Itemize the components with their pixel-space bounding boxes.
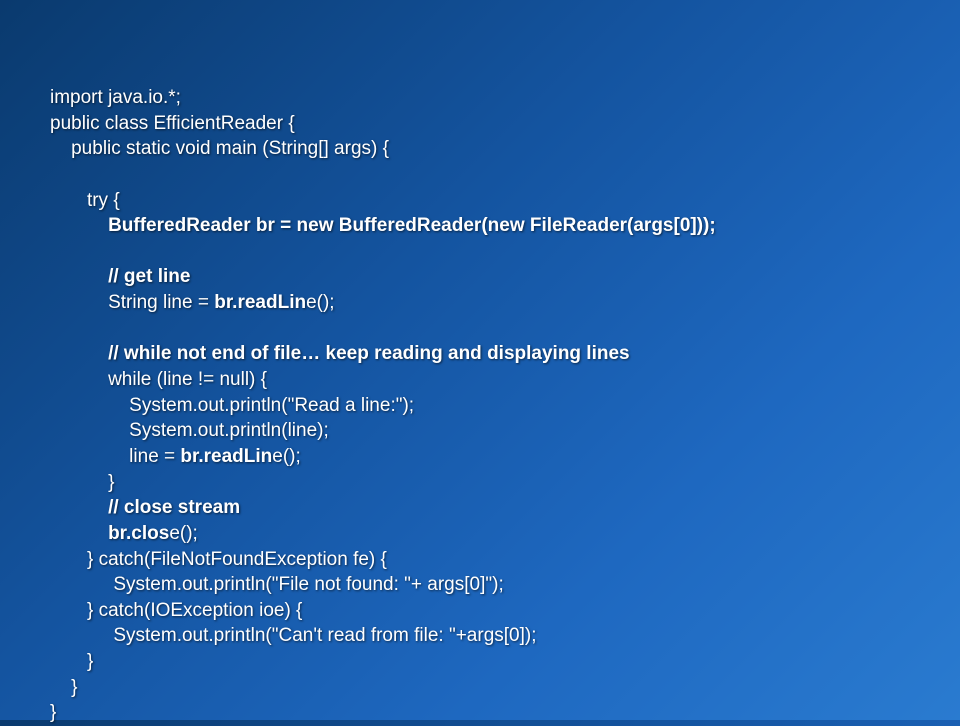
code-line: while (line != null) { bbox=[50, 367, 910, 393]
code-line: System.out.println(line); bbox=[50, 418, 910, 444]
highlighted-comment: // while not end of file… keep reading a… bbox=[108, 343, 630, 364]
code-line: System.out.println("File not found: "+ a… bbox=[50, 572, 910, 598]
code-line: } bbox=[50, 470, 910, 496]
code-line: // while not end of file… keep reading a… bbox=[50, 341, 910, 367]
code-line: import java.io.*; bbox=[50, 85, 910, 111]
blank-line bbox=[50, 316, 910, 342]
code-line: System.out.println("Read a line:"); bbox=[50, 393, 910, 419]
code-line: br.close(); bbox=[50, 521, 910, 547]
code-line: public class EfficientReader { bbox=[50, 111, 910, 137]
code-line: public static void main (String[] args) … bbox=[50, 136, 910, 162]
code-line: // close stream bbox=[50, 495, 910, 521]
code-line: System.out.println("Can't read from file… bbox=[50, 623, 910, 649]
highlighted-code: br.clos bbox=[108, 523, 169, 544]
blank-line bbox=[50, 162, 910, 188]
highlighted-code: br.readLin bbox=[214, 292, 306, 313]
code-line: BufferedReader br = new BufferedReader(n… bbox=[50, 213, 910, 239]
highlighted-code: BufferedReader br = new BufferedReader(n… bbox=[108, 215, 716, 236]
code-line: String line = br.readLine(); bbox=[50, 290, 910, 316]
code-block: import java.io.*; public class Efficient… bbox=[50, 85, 910, 726]
highlighted-code: br.readLin bbox=[180, 446, 272, 467]
code-line: } catch(FileNotFoundException fe) { bbox=[50, 547, 910, 573]
highlighted-comment: // close stream bbox=[108, 497, 240, 518]
blank-line bbox=[50, 239, 910, 265]
code-line: try { bbox=[50, 188, 910, 214]
code-line: } bbox=[50, 675, 910, 701]
code-line: } catch(IOException ioe) { bbox=[50, 598, 910, 624]
code-line: line = br.readLine(); bbox=[50, 444, 910, 470]
code-line: // get line bbox=[50, 264, 910, 290]
code-line: } bbox=[50, 649, 910, 675]
highlighted-comment: // get line bbox=[108, 266, 190, 287]
code-line: } bbox=[50, 700, 910, 726]
